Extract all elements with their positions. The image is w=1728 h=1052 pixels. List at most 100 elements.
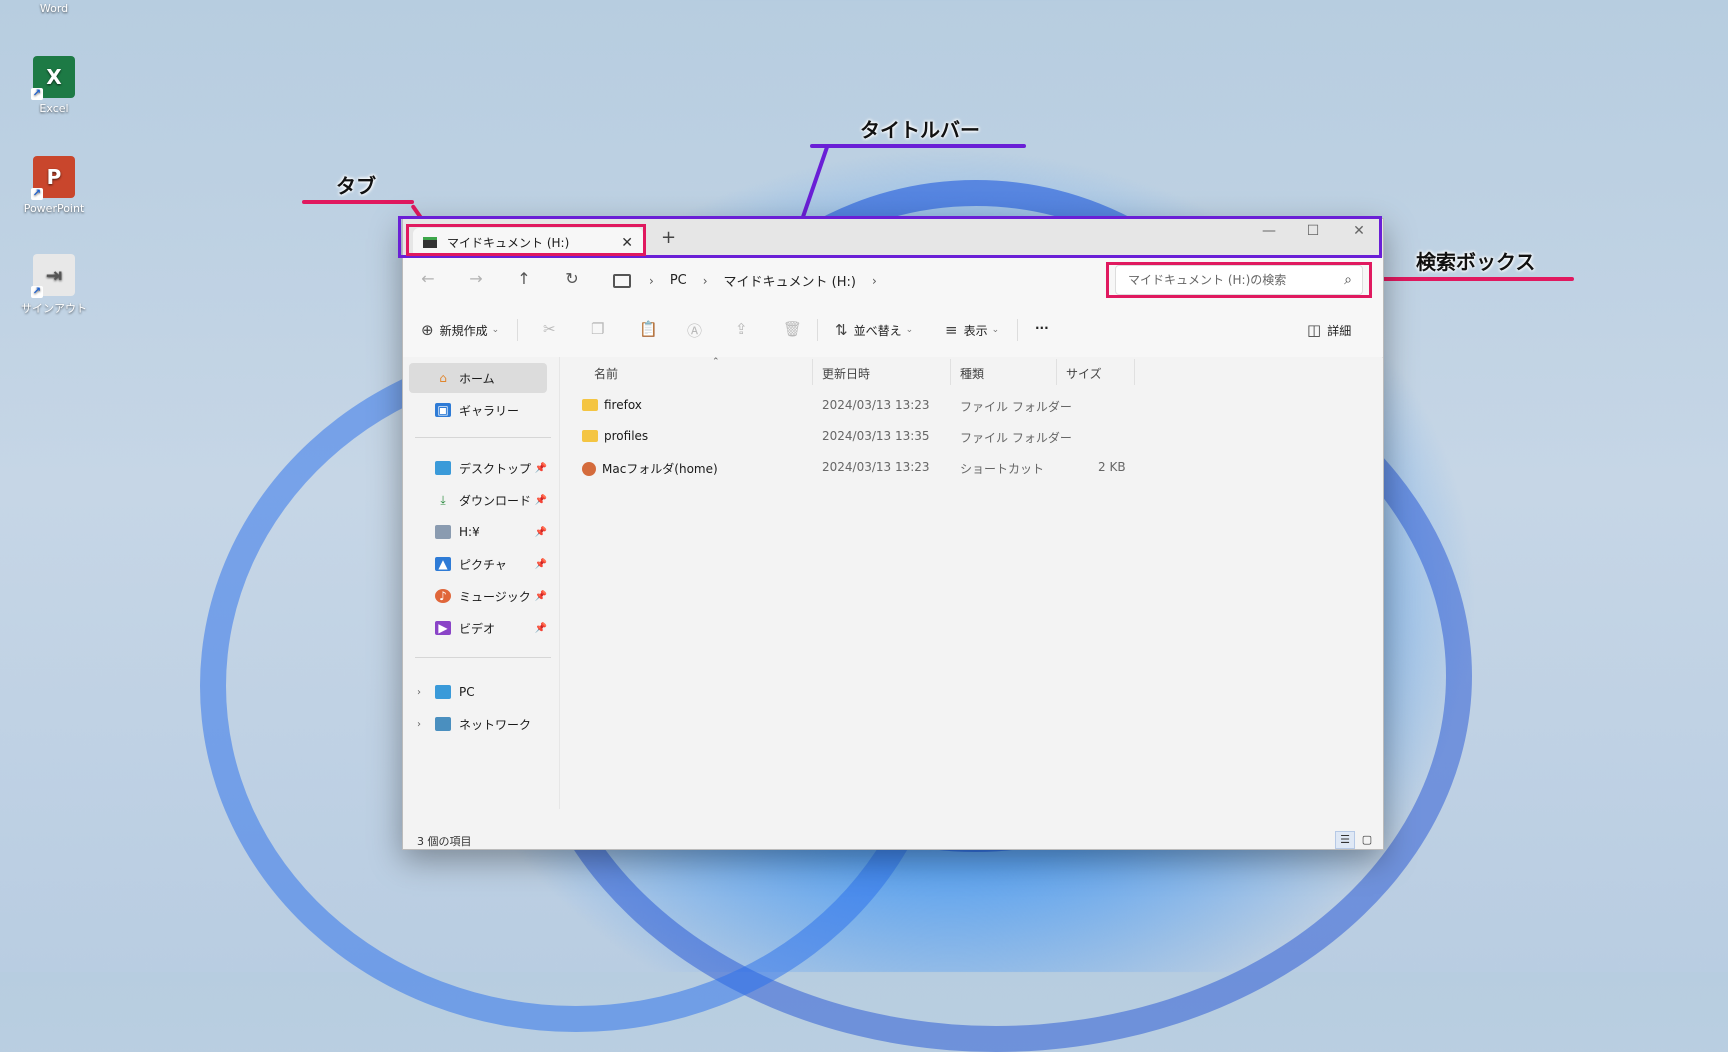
breadcrumb-separator[interactable]: › bbox=[872, 274, 877, 288]
file-date-cell: 2024/03/13 13:23 bbox=[822, 460, 930, 474]
pin-icon[interactable]: 📌 bbox=[535, 623, 547, 634]
drive-icon bbox=[423, 237, 437, 248]
desktop-icon-word[interactable]: Word bbox=[14, 0, 94, 15]
desktop-icon-excel[interactable]: X ↗ Excel bbox=[14, 56, 94, 115]
search-input[interactable] bbox=[1126, 272, 1345, 288]
sort-button[interactable]: ⇅ 並べ替え ⌄ bbox=[835, 321, 913, 339]
tiles-view-button[interactable]: ▢ bbox=[1357, 831, 1377, 849]
new-label: 新規作成 bbox=[439, 323, 488, 338]
annotation-titlebar-label: タイトルバー bbox=[860, 118, 980, 142]
sidebar-item-pc[interactable]: › PC bbox=[409, 677, 547, 707]
forward-button[interactable]: → bbox=[463, 269, 489, 288]
rename-icon[interactable]: Ⓐ bbox=[687, 320, 702, 341]
sort-ascending-icon: ⌃ bbox=[712, 357, 720, 367]
sidebar-item-downloads[interactable]: ⤓ ダウンロード 📌 bbox=[409, 485, 547, 515]
folder-icon bbox=[582, 429, 598, 442]
pin-icon[interactable]: 📌 bbox=[535, 463, 547, 474]
desktop-icon-powerpoint[interactable]: P ↗ PowerPoint bbox=[14, 156, 94, 215]
pc-icon bbox=[435, 685, 451, 699]
sidebar-item-h-drive[interactable]: H:¥ 📌 bbox=[409, 517, 547, 547]
column-header-size[interactable]: サイズ bbox=[1066, 365, 1102, 382]
close-window-button[interactable]: ✕ bbox=[1339, 223, 1379, 239]
table-row[interactable]: Macフォルダ(home) 2024/03/13 13:23 ショートカット 2… bbox=[560, 453, 1382, 481]
table-row[interactable]: firefox 2024/03/13 13:23 ファイル フォルダー bbox=[560, 391, 1382, 419]
column-header-type[interactable]: 種類 bbox=[960, 365, 984, 382]
titlebar[interactable]: マイドキュメント (H:) ✕ + — ☐ ✕ bbox=[403, 219, 1383, 257]
column-divider[interactable] bbox=[950, 359, 951, 385]
column-divider[interactable] bbox=[1056, 359, 1057, 385]
sidebar-item-label: H:¥ bbox=[459, 525, 480, 539]
pc-monitor-icon[interactable] bbox=[613, 273, 631, 288]
chevron-right-icon[interactable]: › bbox=[417, 719, 421, 730]
sidebar-item-label: ミュージック bbox=[459, 589, 531, 604]
sidebar-item-label: ギャラリー bbox=[459, 403, 520, 418]
column-divider[interactable] bbox=[812, 359, 813, 385]
tab-my-documents[interactable]: マイドキュメント (H:) ✕ bbox=[413, 228, 643, 257]
sidebar-item-home[interactable]: ⌂ ホーム bbox=[409, 363, 547, 393]
breadcrumb-my-documents[interactable]: マイドキュメント (H:) bbox=[724, 271, 856, 290]
back-button[interactable]: ← bbox=[415, 269, 441, 288]
more-options-button[interactable]: ··· bbox=[1035, 321, 1049, 335]
column-header-name[interactable]: 名前 bbox=[594, 365, 618, 382]
cut-icon[interactable]: ✂ bbox=[543, 320, 556, 338]
address-bar: ← → ↑ ↻ › PC › マイドキュメント (H:) › ⌕ bbox=[403, 257, 1383, 304]
breadcrumb-pc[interactable]: PC bbox=[670, 273, 687, 288]
pin-icon[interactable]: 📌 bbox=[535, 591, 547, 602]
item-count: 3 個の項目 bbox=[417, 835, 472, 848]
file-list: ⌃ 名前 更新日時 種類 サイズ firefox 2024/03/13 13:2… bbox=[560, 357, 1382, 809]
details-label: 詳細 bbox=[1327, 323, 1352, 338]
sidebar-item-videos[interactable]: ▶ ビデオ 📌 bbox=[409, 613, 547, 643]
chevron-right-icon[interactable]: › bbox=[417, 687, 421, 698]
status-bar: 3 個の項目 ☰ ▢ bbox=[403, 809, 1383, 849]
sidebar-item-network[interactable]: › ネットワーク bbox=[409, 709, 547, 739]
sidebar-item-label: ホーム bbox=[459, 371, 495, 386]
sidebar-item-music[interactable]: ♪ ミュージック 📌 bbox=[409, 581, 547, 611]
maximize-button[interactable]: ☐ bbox=[1293, 223, 1333, 239]
details-pane-button[interactable]: ◫ 詳細 bbox=[1307, 321, 1351, 339]
toolbar-divider bbox=[517, 319, 518, 341]
new-tab-button[interactable]: + bbox=[661, 227, 676, 248]
file-name-cell: profiles bbox=[582, 429, 648, 443]
search-box[interactable]: ⌕ bbox=[1115, 265, 1363, 295]
column-header-date[interactable]: 更新日時 bbox=[822, 365, 870, 382]
desktop-icon bbox=[435, 461, 451, 475]
details-view-button[interactable]: ☰ bbox=[1335, 831, 1355, 849]
details-pane-icon: ◫ bbox=[1307, 321, 1322, 339]
plus-circle-icon: ⊕ bbox=[421, 321, 434, 339]
minimize-button[interactable]: — bbox=[1249, 223, 1289, 239]
gallery-icon: ▣ bbox=[435, 403, 451, 417]
sidebar-divider bbox=[415, 437, 551, 438]
table-row[interactable]: profiles 2024/03/13 13:35 ファイル フォルダー bbox=[560, 422, 1382, 450]
tab-close-button[interactable]: ✕ bbox=[621, 235, 633, 251]
copy-icon[interactable]: ❐ bbox=[591, 320, 604, 338]
annotation-tab-line bbox=[302, 200, 414, 204]
sidebar-item-label: ダウンロード bbox=[459, 493, 532, 508]
command-bar: ⊕ 新規作成 ⌄ ✂ ❐ 📋 Ⓐ ⇪ 🗑 ⇅ 並べ替え ⌄ ≡ 表示 ⌄ ···… bbox=[403, 303, 1383, 358]
pin-icon[interactable]: 📌 bbox=[535, 559, 547, 570]
pin-icon[interactable]: 📌 bbox=[535, 527, 547, 538]
breadcrumb-separator[interactable]: › bbox=[649, 274, 654, 288]
signout-icon: ⇥ ↗ bbox=[31, 254, 75, 298]
annotation-searchbox-line bbox=[1372, 277, 1574, 281]
chevron-down-icon: ⌄ bbox=[905, 325, 914, 335]
up-button[interactable]: ↑ bbox=[511, 269, 537, 288]
sidebar-item-desktop[interactable]: デスクトップ 📌 bbox=[409, 453, 547, 483]
pin-icon[interactable]: 📌 bbox=[535, 495, 547, 506]
breadcrumb: › PC › マイドキュメント (H:) › bbox=[613, 271, 893, 290]
share-icon[interactable]: ⇪ bbox=[735, 320, 748, 338]
file-name-cell: firefox bbox=[582, 398, 642, 412]
paste-icon[interactable]: 📋 bbox=[639, 320, 658, 338]
search-icon[interactable]: ⌕ bbox=[1344, 272, 1352, 288]
breadcrumb-separator[interactable]: › bbox=[703, 274, 708, 288]
sidebar-item-gallery[interactable]: ▣ ギャラリー bbox=[409, 395, 547, 425]
view-button[interactable]: ≡ 表示 ⌄ bbox=[945, 321, 999, 339]
file-explorer-window: マイドキュメント (H:) ✕ + — ☐ ✕ ← → ↑ ↻ › PC › マ… bbox=[402, 218, 1384, 850]
delete-icon[interactable]: 🗑 bbox=[783, 320, 802, 338]
new-button[interactable]: ⊕ 新規作成 ⌄ bbox=[421, 321, 499, 339]
refresh-button[interactable]: ↻ bbox=[559, 269, 585, 288]
column-divider[interactable] bbox=[1134, 359, 1135, 385]
excel-icon: X ↗ bbox=[31, 56, 75, 100]
view-list-icon: ≡ bbox=[945, 321, 958, 339]
sidebar-item-pictures[interactable]: ▲ ピクチャ 📌 bbox=[409, 549, 547, 579]
desktop-icon-signout[interactable]: ⇥ ↗ サインアウト bbox=[14, 254, 94, 316]
